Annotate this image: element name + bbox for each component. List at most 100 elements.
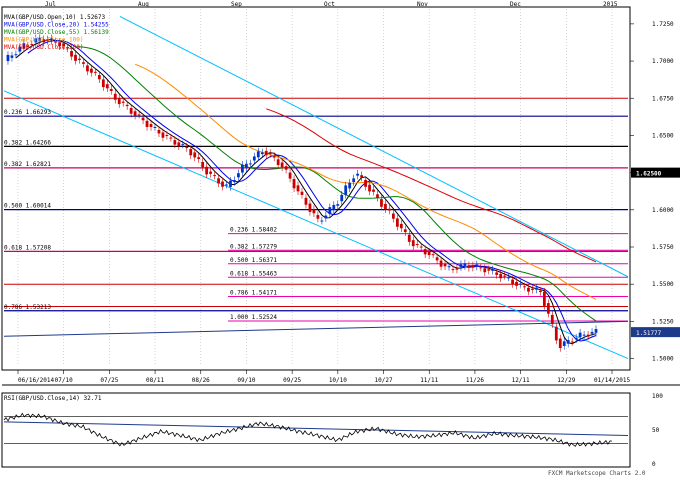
candle-body: [296, 185, 300, 192]
candle-body: [93, 71, 97, 73]
candle-body: [292, 178, 296, 189]
candle-body: [407, 234, 411, 242]
candle-body: [527, 287, 530, 292]
candle-body: [368, 184, 371, 192]
fib-level-label: 0.382 1.64266: [4, 139, 51, 146]
candle-body: [570, 341, 574, 343]
candle-body: [189, 149, 193, 156]
ma-legend-entry: MVA(GBP/USD.Close,100): [4, 37, 83, 44]
candle-body: [157, 129, 161, 134]
inner-fib-label: 0.786 1.54171: [230, 290, 277, 297]
candle-body: [574, 337, 578, 340]
candle-body: [241, 164, 244, 173]
candle-body: [201, 161, 205, 168]
candle-body: [447, 266, 451, 268]
candle-body: [372, 189, 375, 192]
candle-body: [451, 269, 455, 271]
candle-body: [562, 341, 566, 346]
candle-body: [491, 269, 495, 271]
candle-body: [86, 65, 89, 72]
x-tick-label: 08/11: [146, 377, 164, 384]
candle-body: [336, 204, 340, 206]
candle-body: [586, 334, 590, 337]
candle-body: [356, 173, 360, 176]
candle-body: [435, 257, 439, 261]
inner-fib-label: 0.382 1.57279: [230, 243, 277, 250]
x-tick-label: 11/11: [420, 377, 438, 384]
rsi-title: RSI(GBP/USD.Close,14) 32.71: [4, 395, 102, 402]
candle-body: [177, 142, 181, 147]
fib-level-label: 0.618 1.57208: [4, 244, 51, 251]
candle-body: [213, 175, 216, 177]
candle-body: [332, 204, 336, 210]
candle-body: [169, 137, 173, 139]
candle-body: [14, 54, 18, 56]
x-tick-label: 08/26: [192, 377, 210, 384]
candle-body: [133, 111, 137, 116]
candle-body: [300, 191, 304, 195]
candle-body: [185, 146, 189, 149]
x-tick-label: 07/10: [55, 377, 73, 384]
candle-body: [173, 140, 177, 145]
candle-body: [546, 303, 550, 314]
candle-body: [149, 124, 153, 127]
candle-body: [181, 144, 185, 146]
price-chart: MVA(GBP/USD.Open,10) 1.52673MVA(GBP/USD.…: [1, 1, 680, 477]
candle-body: [193, 152, 197, 158]
rsi-tick-label: 100: [652, 393, 663, 400]
candle-body: [459, 264, 463, 268]
ma-legend-entry: MVA(GBP/USD.Close,200): [4, 44, 83, 51]
candle-body: [205, 166, 209, 175]
inner-fib-label: 0.236 1.58402: [230, 227, 277, 234]
x-tick-label: 09/25: [283, 377, 301, 384]
y-tick-label: 1.5750: [652, 244, 674, 251]
candle-body: [272, 156, 276, 158]
ma-legend-entry: MVA(GBP/USD.Close,55) 1.56139: [4, 29, 109, 36]
x-tick-label: 09/10: [237, 377, 255, 384]
candle-body: [384, 203, 387, 210]
candle-body: [97, 75, 101, 80]
y-tick-label: 1.6000: [652, 207, 674, 214]
candle-body: [535, 287, 538, 290]
rsi-tick-label: 50: [652, 427, 660, 434]
candle-body: [256, 151, 260, 158]
candle-body: [578, 332, 582, 338]
candle-body: [550, 314, 554, 325]
x-tick-label: 10/10: [329, 377, 347, 384]
candle-body: [439, 260, 443, 267]
y-tick-label: 1.5250: [652, 318, 674, 325]
candle-body: [455, 268, 459, 270]
candle-body: [161, 132, 165, 138]
candle-body: [70, 50, 73, 57]
candle-body: [153, 126, 157, 128]
candle-body: [395, 218, 399, 227]
x-tick-label: 11/26: [466, 377, 484, 384]
x-axis: 06/16/2014 07/10 07/25 08/11 08/26 09/10 09/25…: [17, 370, 630, 384]
candle-body: [165, 135, 169, 137]
candle-body: [487, 269, 491, 271]
candle-body: [268, 152, 272, 154]
month-label: Dec: [510, 1, 521, 8]
candle-body: [554, 326, 558, 341]
candle-body: [582, 334, 586, 336]
candle-body: [90, 68, 93, 73]
candle-body: [411, 240, 415, 247]
candle-body: [324, 215, 328, 219]
candle-body: [352, 178, 356, 183]
candle-body: [364, 179, 367, 187]
candle-body: [105, 84, 109, 89]
rsi-plot-frame: [1, 392, 631, 468]
candle-body: [197, 157, 201, 160]
candle-body: [308, 203, 312, 212]
month-label: Oct: [324, 1, 335, 8]
rsi-tick-label: 0: [652, 461, 656, 468]
candle-body: [475, 264, 479, 267]
candle-body: [233, 180, 236, 183]
inner-fib-label: 0.618 1.55463: [230, 270, 277, 277]
x-tick-label: 12/11: [512, 377, 530, 384]
candle-body: [117, 98, 121, 105]
candle-body: [221, 181, 224, 187]
candle-body: [316, 215, 320, 219]
fib-level-label: 0.236 1.66293: [4, 109, 51, 116]
inner-fib-label: 0.500 1.56371: [230, 257, 277, 264]
